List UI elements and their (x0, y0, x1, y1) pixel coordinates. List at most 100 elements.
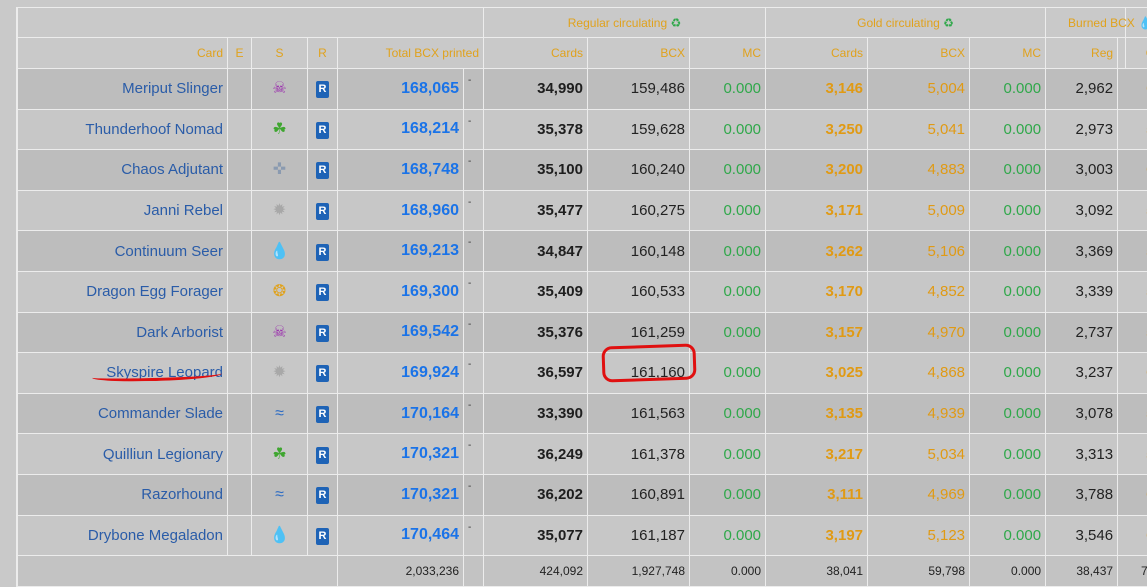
col-gold-bcx[interactable]: BCX (868, 38, 970, 69)
reg-bcx-cell: 160,240 (588, 150, 690, 191)
header-column-row: Card E S R Total BCX printed Cards BCX M… (18, 38, 1147, 69)
dash-marker: - (464, 271, 484, 312)
totals-burned-reg: 38,437 (1046, 556, 1118, 587)
gold-mc-cell: 0.000 (970, 474, 1046, 515)
rarity-badge: R (316, 122, 329, 139)
reg-bcx-cell: 161,187 (588, 515, 690, 556)
col-card[interactable]: Card (18, 38, 228, 69)
total-bcx-link[interactable]: 168,748 (338, 150, 464, 191)
card-name-link[interactable]: Drybone Megaladon (18, 515, 228, 556)
total-bcx-link[interactable]: 170,164 (338, 393, 464, 434)
col-edition[interactable]: E (228, 38, 252, 69)
total-bcx-link[interactable]: 168,065 (338, 69, 464, 110)
card-name-link[interactable]: Chaos Adjutant (18, 150, 228, 191)
total-bcx-link[interactable]: 169,542 (338, 312, 464, 353)
reg-cards-cell: 36,597 (484, 353, 588, 394)
total-bcx-link[interactable]: 170,321 (338, 434, 464, 475)
total-bcx-link[interactable]: 170,464 (338, 515, 464, 556)
dash-marker: - (464, 109, 484, 150)
water-waves-icon: ≈ (275, 406, 284, 422)
burned-reg-cell: 3,339 (1046, 271, 1118, 312)
burned-reg-cell: 3,546 (1046, 515, 1118, 556)
card-name-link[interactable]: Dark Arborist (18, 312, 228, 353)
gold-mc-cell: 0.000 (970, 515, 1046, 556)
rarity-badge: R (316, 203, 329, 220)
gold-bcx-cell: 4,852 (868, 271, 970, 312)
gold-bcx-cell: 4,939 (868, 393, 970, 434)
card-name-link[interactable]: Quilliun Legionary (18, 434, 228, 475)
recycle-icon: ♻ (670, 16, 681, 30)
total-bcx-link[interactable]: 169,213 (338, 231, 464, 272)
reg-mc-cell: 0.000 (690, 474, 766, 515)
table-row: Janni Rebel✹R168,960-35,477160,2750.0003… (18, 190, 1147, 231)
fire-drop-icon: 💧 (270, 528, 290, 544)
card-name-link[interactable]: Continuum Seer (18, 231, 228, 272)
col-burned-gold[interactable]: Gold (1118, 38, 1147, 69)
gold-bcx-cell: 4,868 (868, 353, 970, 394)
sun-icon: ✹ (273, 365, 286, 381)
total-bcx-link[interactable]: 169,300 (338, 271, 464, 312)
card-name-link[interactable]: Dragon Egg Forager (18, 271, 228, 312)
card-name-link[interactable]: Razorhound (18, 474, 228, 515)
gold-cards-cell: 3,171 (766, 190, 868, 231)
gold-cards-cell: 3,157 (766, 312, 868, 353)
card-name-link[interactable]: Meriput Slinger (18, 69, 228, 110)
dash-marker: - (464, 474, 484, 515)
burned-gold-cell: 588 (1118, 231, 1147, 272)
rarity-cell: R (308, 109, 338, 150)
edition-cell (228, 231, 252, 272)
col-reg-bcx[interactable]: BCX (588, 38, 690, 69)
table-row: Meriput Slinger☠R168,065-34,990159,4860.… (18, 69, 1147, 110)
card-name-link[interactable]: Commander Slade (18, 393, 228, 434)
edition-cell (228, 150, 252, 191)
col-splinter[interactable]: S (252, 38, 308, 69)
splinter-cell: ☠ (252, 69, 308, 110)
col-rarity[interactable]: R (308, 38, 338, 69)
rarity-cell: R (308, 69, 338, 110)
fire-drop-icon: 💧 (270, 244, 290, 260)
col-reg-cards[interactable]: Cards (484, 38, 588, 69)
rarity-badge: R (316, 284, 329, 301)
burned-reg-cell: 3,788 (1046, 474, 1118, 515)
total-bcx-link[interactable]: 170,321 (338, 474, 464, 515)
totals-burned-gold: 7,241 (1118, 556, 1147, 587)
rarity-cell: R (308, 312, 338, 353)
col-gold-mc[interactable]: MC (970, 38, 1046, 69)
reg-mc-cell: 0.000 (690, 109, 766, 150)
skull-icon: ☠ (272, 81, 286, 97)
reg-mc-cell: 0.000 (690, 434, 766, 475)
gold-mc-cell: 0.000 (970, 353, 1046, 394)
gold-cards-cell: 3,200 (766, 150, 868, 191)
col-gold-cards[interactable]: Cards (766, 38, 868, 69)
col-reg-mc[interactable]: MC (690, 38, 766, 69)
dash-marker: - (464, 393, 484, 434)
rarity-cell: R (308, 271, 338, 312)
card-name-link[interactable]: Thunderhoof Nomad (18, 109, 228, 150)
total-bcx-link[interactable]: 169,924 (338, 353, 464, 394)
card-name-link[interactable]: Janni Rebel (18, 190, 228, 231)
total-bcx-link[interactable]: 168,214 (338, 109, 464, 150)
burned-gold-cell: 584 (1118, 393, 1147, 434)
col-burned-reg[interactable]: Reg (1046, 38, 1118, 69)
table-row: Dragon Egg Forager❂R169,300-35,409160,53… (18, 271, 1147, 312)
gold-cards-cell: 3,262 (766, 231, 868, 272)
table-row: Continuum Seer💧R169,213-34,847160,1480.0… (18, 231, 1147, 272)
gold-bcx-cell: 4,970 (868, 312, 970, 353)
edition-cell (228, 393, 252, 434)
col-total-bcx[interactable]: Total BCX printed (338, 38, 484, 69)
burned-reg-cell: 3,237 (1046, 353, 1118, 394)
splinter-cell: ☠ (252, 312, 308, 353)
reg-mc-cell: 0.000 (690, 312, 766, 353)
header-group-row: Regular circulating ♻ Gold circulating ♻… (18, 8, 1147, 38)
card-stats-table: Regular circulating ♻ Gold circulating ♻… (17, 7, 1147, 587)
burned-gold-cell: 596 (1118, 434, 1147, 475)
rarity-badge: R (316, 447, 329, 464)
total-bcx-link[interactable]: 168,960 (338, 190, 464, 231)
regular-circulating-header: Regular circulating ♻ (484, 8, 766, 38)
dash-marker: - (464, 434, 484, 475)
dragon-icon: ❂ (273, 284, 286, 300)
skull-icon: ☠ (272, 325, 286, 341)
gold-mc-cell: 0.000 (970, 271, 1046, 312)
reg-mc-cell: 0.000 (690, 515, 766, 556)
totals-total-bcx: 2,033,236 (338, 556, 464, 587)
